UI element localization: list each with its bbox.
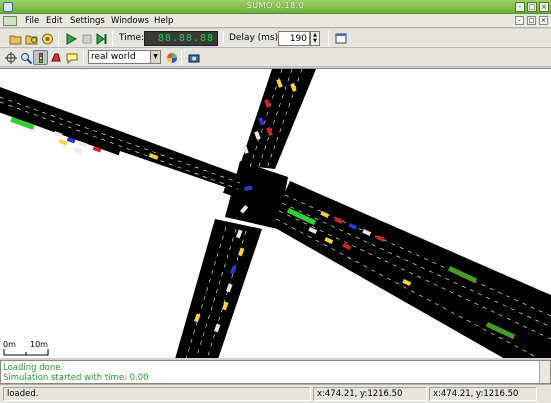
mdi-minimize-button[interactable]: - — [515, 16, 524, 25]
menubar: File Edit Settings Windows Help - □ × — [0, 14, 551, 28]
delay-spinner[interactable]: ▲ ▼ — [310, 31, 320, 46]
simulation-view[interactable] — [0, 68, 551, 358]
message-scrollbar[interactable] — [539, 361, 550, 383]
view-toolbar: real world ▼ — [0, 48, 551, 67]
zoom-icon[interactable] — [18, 50, 33, 65]
delay-label: Delay (ms): — [229, 33, 282, 43]
mdi-restore-button[interactable]: □ — [527, 16, 536, 25]
statusbar: loaded. x:474.21, y:1216.50 x:474.21, y:… — [0, 384, 551, 403]
toolbar-separator — [181, 50, 182, 65]
toolbar-separator — [328, 31, 329, 46]
status-text: loaded. — [3, 387, 311, 401]
open-icon[interactable] — [8, 31, 23, 46]
toolbar-separator — [223, 31, 224, 46]
road-west-arm — [0, 87, 245, 197]
window-icon[interactable] — [333, 31, 348, 46]
recent-icon[interactable] — [40, 31, 55, 46]
window-title: SUMO 0.18.0 — [246, 1, 305, 10]
color-wheel-icon[interactable] — [164, 50, 179, 65]
message-line: Loading done. — [3, 363, 64, 373]
color-scheme-select[interactable]: real world ▼ — [88, 50, 161, 64]
window-titlebar[interactable]: SUMO 0.18.0 - □ × — [0, 0, 551, 14]
reload-icon[interactable] — [24, 31, 39, 46]
delay-input[interactable] — [278, 31, 310, 46]
road-network-canvas — [0, 69, 551, 358]
menu-windows[interactable]: Windows — [111, 16, 149, 26]
menu-settings[interactable]: Settings — [70, 16, 105, 26]
status-coordinates-geo: x:474.21, y:1216.50 — [429, 387, 537, 401]
scale-label-end: 10m — [30, 340, 48, 349]
maximize-button[interactable]: □ — [527, 2, 537, 12]
simulation-toolbar: Time: 88.88.88 Delay (ms): ▲▼ — [0, 29, 551, 48]
close-button[interactable]: × — [539, 2, 549, 12]
minimize-button[interactable]: - — [515, 2, 525, 12]
message-window[interactable]: Loading done. Simulation started with ti… — [0, 360, 551, 384]
scale-label-start: 0m — [3, 340, 16, 349]
mdi-window-icon — [3, 16, 17, 26]
time-display: 88.88.88 — [144, 31, 218, 46]
toolbar-separator — [112, 31, 113, 46]
tooltip-icon[interactable] — [64, 50, 79, 65]
locate-vehicle-icon[interactable] — [48, 50, 63, 65]
run-icon[interactable] — [63, 31, 78, 46]
menu-file[interactable]: File — [25, 16, 39, 26]
step-icon[interactable] — [94, 31, 109, 46]
toolbar-separator — [83, 50, 84, 65]
status-coordinates: x:474.21, y:1216.50 — [313, 387, 427, 401]
toolbar-separator — [58, 31, 59, 46]
locate-icon[interactable] — [33, 50, 48, 65]
road-south-arm — [175, 219, 262, 358]
menu-edit[interactable]: Edit — [46, 16, 62, 26]
intersection — [225, 161, 288, 229]
mdi-close-button[interactable]: × — [539, 16, 548, 25]
chevron-down-icon: ▼ — [150, 51, 160, 63]
menu-help[interactable]: Help — [154, 16, 173, 26]
screenshot-icon[interactable] — [186, 50, 201, 65]
stop-icon[interactable] — [79, 31, 94, 46]
color-scheme-value: real world — [91, 52, 136, 62]
scale-bar — [3, 349, 49, 356]
recenter-icon[interactable] — [3, 50, 18, 65]
message-line: Simulation started with time: 0.00 — [3, 373, 149, 383]
time-label: Time: — [119, 33, 145, 43]
